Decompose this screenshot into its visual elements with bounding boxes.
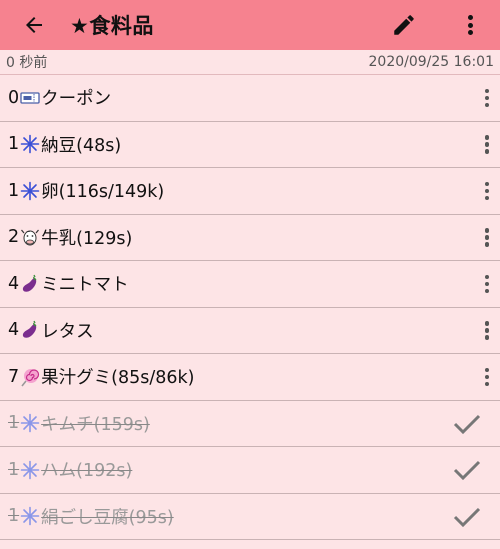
list-item-text: 4 ミニトマト — [8, 271, 129, 296]
app-bar: ★食料品 — [0, 0, 500, 50]
list-item[interactable]: 4 ミニトマト — [0, 261, 500, 308]
checkmark-icon[interactable] — [452, 505, 482, 529]
last-updated-ago: 0 秒前 — [6, 55, 48, 71]
item-count: 4 — [8, 320, 20, 341]
list-item[interactable]: 1 卵(116s/149k) — [0, 168, 500, 215]
shopping-list: 0 クーポン 1 納豆(48s) 1 卵(116s/149k) 2 牛乳(129s) 4 ミニトマ… — [0, 75, 500, 540]
item-count: 2 — [8, 227, 20, 248]
item-menu-icon[interactable] — [480, 131, 494, 159]
pencil-icon[interactable] — [386, 7, 422, 43]
snowflake-icon — [20, 134, 40, 154]
list-item-text: 1 ハム(192s) — [8, 457, 132, 482]
item-count: 7 — [8, 366, 20, 387]
more-options-icon[interactable] — [458, 7, 482, 43]
checkmark-icon[interactable] — [452, 458, 482, 482]
item-label: ミニトマト — [41, 275, 129, 296]
back-arrow-icon[interactable] — [14, 5, 54, 45]
item-count: 1 — [8, 459, 20, 480]
item-label: 卵(116s/149k) — [41, 182, 165, 203]
eggplant-icon — [20, 274, 40, 294]
item-count: 1 — [8, 180, 20, 201]
list-item[interactable]: 1 キムチ(159s) — [0, 401, 500, 447]
list-item[interactable]: 0 クーポン — [0, 75, 500, 122]
snowflake-icon — [20, 506, 40, 526]
item-label: クーポン — [41, 89, 112, 110]
list-item-text: 2 牛乳(129s) — [8, 225, 132, 250]
item-label: 牛乳(129s) — [41, 228, 133, 249]
list-item[interactable]: 1 ハム(192s) — [0, 447, 500, 494]
list-item-text: 0 クーポン — [8, 85, 111, 110]
item-menu-icon[interactable] — [480, 224, 494, 252]
eggplant-icon — [20, 320, 40, 340]
item-menu-icon[interactable] — [480, 177, 494, 205]
item-count: 1 — [8, 413, 20, 434]
item-count: 4 — [8, 273, 20, 294]
timestamp: 2020/09/25 16:01 — [368, 54, 495, 70]
item-label: レタス — [41, 321, 94, 342]
list-item[interactable]: 2 牛乳(129s) — [0, 215, 500, 261]
item-menu-icon[interactable] — [480, 317, 494, 345]
snowflake-icon — [20, 181, 40, 201]
list-item[interactable]: 4 レタス — [0, 308, 500, 354]
list-item-text: 4 レタス — [8, 318, 94, 343]
item-label: 果汁グミ(85s/86k) — [41, 368, 195, 389]
list-item-text: 1 キムチ(159s) — [8, 411, 150, 436]
list-item[interactable]: 1 絹ごし豆腐(95s) — [0, 494, 500, 540]
item-menu-icon[interactable] — [480, 270, 494, 298]
lollipop-icon — [20, 367, 40, 387]
list-item-text: 1 納豆(48s) — [8, 132, 121, 157]
item-label: 納豆(48s) — [41, 135, 122, 156]
list-item-text: 1 絹ごし豆腐(95s) — [8, 504, 174, 529]
checkmark-icon[interactable] — [452, 412, 482, 436]
item-menu-icon[interactable] — [480, 363, 494, 391]
list-item[interactable]: 1 納豆(48s) — [0, 122, 500, 168]
item-label: ハム(192s) — [41, 461, 133, 482]
item-label: 絹ごし豆腐(95s) — [41, 507, 174, 528]
item-count: 0 — [8, 87, 20, 108]
list-item-text: 1 卵(116s/149k) — [8, 178, 164, 203]
item-menu-icon[interactable] — [480, 84, 494, 112]
snowflake-icon — [20, 460, 40, 480]
status-bar: 0 秒前 2020/09/25 16:01 — [0, 50, 500, 75]
cow-icon — [20, 227, 40, 247]
coupon-icon — [20, 88, 40, 108]
page-title: ★食料品 — [70, 14, 154, 38]
item-label: キムチ(159s) — [41, 414, 150, 435]
item-count: 1 — [8, 134, 20, 155]
list-item[interactable]: 7 果汁グミ(85s/86k) — [0, 354, 500, 401]
list-item-text: 7 果汁グミ(85s/86k) — [8, 364, 194, 389]
item-count: 1 — [8, 506, 20, 527]
snowflake-icon — [20, 413, 40, 433]
